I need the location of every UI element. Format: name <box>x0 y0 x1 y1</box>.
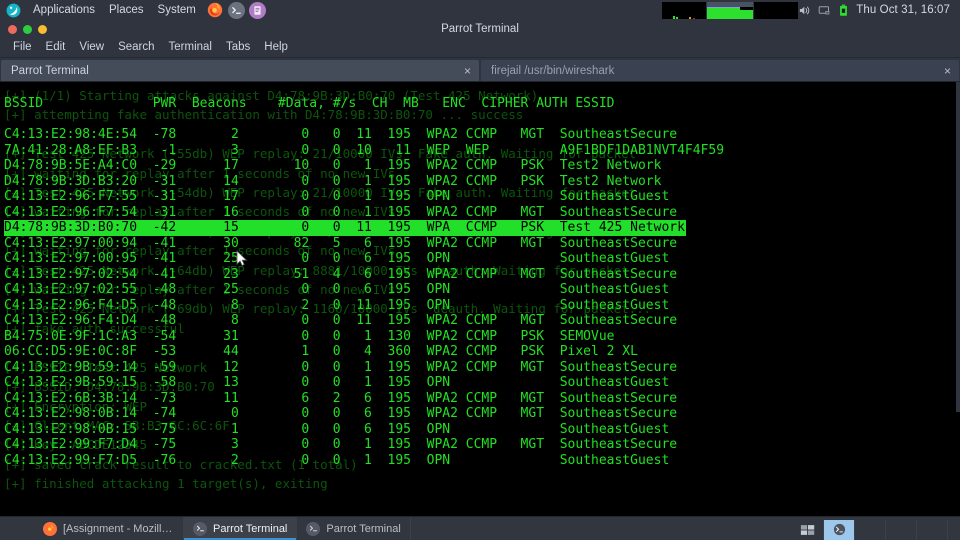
taskbar-item-parrot-terminal-2[interactable]: Parrot Terminal <box>297 517 411 540</box>
tab-firejail-wireshark[interactable]: firejail /usr/bin/wireshark × <box>481 60 959 81</box>
airodump-row[interactable]: C4:13:E2:96:F7:54 -31 16 0 0 1 195 WPA2 … <box>4 205 960 221</box>
airodump-row[interactable]: C4:13:E2:97:00:95 -41 25 0 0 6 195 OPN S… <box>4 251 960 267</box>
airodump-row[interactable]: C4:13:E2:96:F4:D4 -48 8 0 0 11 195 WPA2 … <box>4 313 960 329</box>
window-maximize-button[interactable] <box>23 24 32 34</box>
airodump-row[interactable]: C4:13:E2:99:F7:D4 -75 3 0 0 1 195 WPA2 C… <box>4 437 960 453</box>
airodump-table: BSSID PWR Beacons #Data, #/s CH MB ENC C… <box>4 96 960 468</box>
menubar: File Edit View Search Terminal Tabs Help <box>0 38 960 58</box>
tab-close-icon[interactable]: × <box>464 65 471 77</box>
airodump-row[interactable]: C4:13:E2:96:F4:D5 -48 8 2 0 11 195 OPN S… <box>4 298 960 314</box>
menu-terminal[interactable]: Terminal <box>162 38 219 57</box>
taskbar-item-label: Parrot Terminal <box>213 522 288 535</box>
parrot-logo-icon[interactable] <box>0 3 26 18</box>
memory-graph <box>707 1 754 19</box>
cpu-graph <box>662 1 707 19</box>
tab-label: Parrot Terminal <box>11 64 89 77</box>
scrollbar-thumb[interactable] <box>956 82 960 412</box>
taskbar-left-pad <box>0 517 34 540</box>
firefox-launcher-icon[interactable] <box>207 2 224 19</box>
system-monitor-applet[interactable] <box>662 0 799 20</box>
volume-icon[interactable] <box>798 4 811 17</box>
airodump-row[interactable]: C4:13:E2:96:F7:55 -31 17 0 0 1 195 OPN S… <box>4 189 960 205</box>
clock[interactable]: Thu Oct 31, 16:07 <box>856 4 952 16</box>
airodump-row[interactable]: C4:13:E2:98:0B:14 -74 0 0 0 6 195 WPA2 C… <box>4 406 960 422</box>
airodump-row[interactable]: C4:13:E2:97:02:54 -41 23 51 4 6 195 WPA2… <box>4 267 960 283</box>
workspace-2[interactable] <box>824 519 855 540</box>
airodump-row[interactable]: B4:75:0E:9F:1C:A3 -54 31 0 0 1 130 WPA2 … <box>4 329 960 345</box>
files-launcher-icon[interactable] <box>248 1 266 19</box>
menu-places[interactable]: Places <box>102 0 151 20</box>
airodump-row[interactable]: 06:CC:D5:9E:0C:8F -53 44 1 0 4 360 WPA2 … <box>4 344 960 360</box>
terminal-icon <box>193 521 207 536</box>
airodump-row[interactable]: C4:13:E2:9B:59:15 -58 13 0 0 1 195 OPN S… <box>4 375 960 391</box>
menu-view[interactable]: View <box>72 38 111 57</box>
firefox-icon <box>43 521 57 536</box>
airodump-row[interactable]: D4:78:9B:3D:B3:20 -31 14 0 0 1 195 WPA2 … <box>4 174 960 190</box>
terminal-icon <box>306 521 321 536</box>
workspace-5[interactable] <box>917 519 948 540</box>
workspace-3[interactable] <box>855 519 886 540</box>
airodump-row[interactable]: 7A:41:28:A8:EF:B3 -1 3 0 0 10 11 WEP WEP… <box>4 143 960 159</box>
shell-prompt: ┌─[pirate@parrot]─[~/wpa] └──╼$ <box>4 484 200 516</box>
terminal-tabstrip: Parrot Terminal × firejail /usr/bin/wire… <box>0 58 960 82</box>
workspace-4[interactable] <box>886 519 917 540</box>
taskbar-right-pad <box>948 517 960 540</box>
menu-file[interactable]: File <box>6 38 39 57</box>
window-titlebar: Parrot Terminal <box>0 20 960 38</box>
airodump-row[interactable]: D4:78:9B:5E:A4:C0 -29 17 10 0 1 195 WPA2… <box>4 158 960 174</box>
airodump-row[interactable]: C4:13:E2:97:02:55 -48 25 0 0 6 195 OPN S… <box>4 282 960 298</box>
airodump-table-header: BSSID PWR Beacons #Data, #/s CH MB ENC C… <box>4 96 615 111</box>
window-close-button[interactable] <box>8 24 17 34</box>
menu-search[interactable]: Search <box>111 38 161 57</box>
system-tray: Thu Oct 31, 16:07 <box>798 4 960 17</box>
network-graph <box>754 1 799 19</box>
window-title: Parrot Terminal <box>441 23 519 35</box>
workspace-1[interactable] <box>793 519 824 540</box>
airodump-row[interactable]: C4:13:E2:99:F7:D5 -76 2 0 0 1 195 OPN So… <box>4 453 960 469</box>
menu-applications[interactable]: Applications <box>26 0 102 20</box>
taskbar-item-firefox[interactable]: [Assignment - Mozilla … <box>34 517 184 540</box>
taskbar-item-label: Parrot Terminal <box>326 522 401 535</box>
terminal-viewport[interactable]: [+] (1/1) Starting attacks against D4:78… <box>0 82 960 516</box>
menu-help[interactable]: Help <box>257 38 295 57</box>
taskbar-spacer <box>411 517 793 540</box>
taskbar: [Assignment - Mozilla … Parrot Terminal … <box>0 516 960 540</box>
window-controls <box>0 24 47 34</box>
airodump-row[interactable]: D4:78:9B:3D:B0:70 -42 15 0 0 11 195 WPA … <box>4 220 686 236</box>
menu-edit[interactable]: Edit <box>39 38 73 57</box>
window-minimize-button[interactable] <box>38 24 47 34</box>
menu-tabs[interactable]: Tabs <box>219 38 257 57</box>
taskbar-item-label: [Assignment - Mozilla … <box>63 522 174 535</box>
tab-close-icon[interactable]: × <box>944 65 951 77</box>
terminal-launcher-icon[interactable] <box>227 1 245 19</box>
tab-parrot-terminal[interactable]: Parrot Terminal × <box>1 60 479 81</box>
airodump-row[interactable]: C4:13:E2:98:0B:15 -75 1 0 0 6 195 OPN So… <box>4 422 960 438</box>
display-icon[interactable] <box>818 4 831 17</box>
workspace-switcher[interactable] <box>793 517 948 540</box>
taskbar-item-parrot-terminal-1[interactable]: Parrot Terminal <box>184 517 298 540</box>
table-gap <box>4 112 960 127</box>
airodump-row[interactable]: C4:13:E2:98:4E:54 -78 2 0 0 11 195 WPA2 … <box>4 127 960 143</box>
airodump-row[interactable]: C4:13:E2:97:00:94 -41 30 82 5 6 195 WPA2… <box>4 236 960 252</box>
airodump-row[interactable]: C4:13:E2:6B:3B:14 -73 11 6 2 6 195 WPA2 … <box>4 391 960 407</box>
tab-label: firejail /usr/bin/wireshark <box>491 64 615 77</box>
airodump-row[interactable]: C4:13:E2:9B:59:14 -59 12 0 0 1 195 WPA2 … <box>4 360 960 376</box>
terminal-scrollbar[interactable] <box>956 82 960 516</box>
battery-icon[interactable] <box>838 4 849 17</box>
top-panel: Applications Places System Thu Oct 31, 1… <box>0 0 960 20</box>
menu-system[interactable]: System <box>151 0 203 20</box>
